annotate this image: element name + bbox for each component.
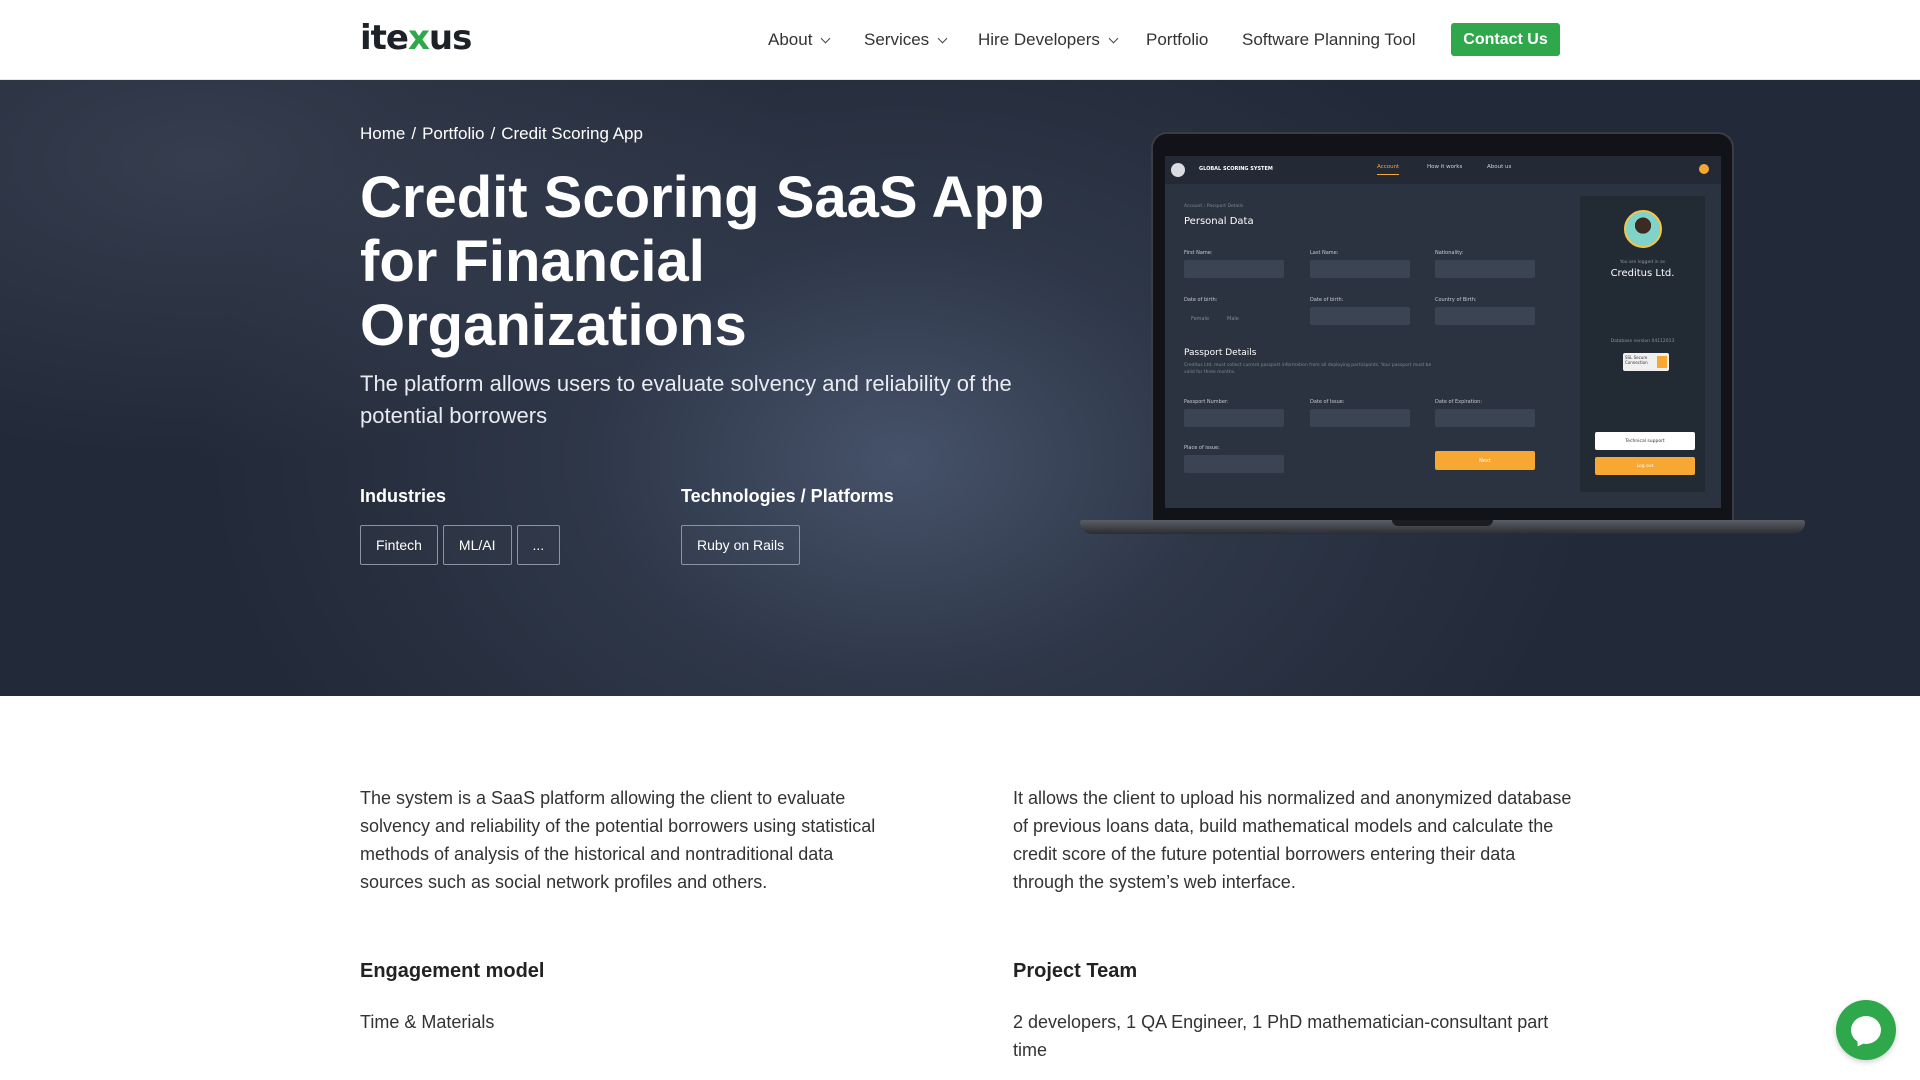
site-header: ite x us About Services Hire Developers Po… [0, 0, 1920, 80]
team-value: 2 developers, 1 QA Engineer, 1 PhD mathe… [1013, 1012, 1549, 1060]
breadcrumb: Home / Portfolio / Credit Scoring App [360, 124, 643, 144]
breadcrumb-separator: / [411, 124, 417, 143]
tag-more[interactable]: ... [516, 525, 561, 565]
description-left: The system is a SaaS platform allowing t… [360, 788, 876, 892]
site-logo[interactable]: ite x us [360, 18, 472, 58]
notification-icon [1699, 164, 1709, 174]
mockup-nav-about: About us [1487, 164, 1512, 170]
breadcrumb-portfolio[interactable]: Portfolio [422, 124, 484, 144]
mockup-gender-male: Male [1227, 316, 1239, 322]
mockup-label: Country of Birth: [1435, 297, 1477, 303]
mockup-field [1184, 455, 1284, 473]
mockup-logout: Log out [1595, 457, 1695, 475]
mockup-label: Date of Issue: [1310, 399, 1345, 405]
mockup-label: Date of birth: [1310, 297, 1344, 303]
globe-logo-icon [1171, 163, 1185, 177]
ssl-badge-icon: SSL Secure Connection [1623, 353, 1669, 371]
page-title: Credit Scoring SaaS App for Financial Or… [360, 165, 1045, 358]
mockup-field [1310, 260, 1410, 278]
tag-ml-ai[interactable]: ML/AI [442, 525, 512, 565]
mockup-personal-heading: Personal Data [1184, 216, 1254, 227]
industries-label: Industries [360, 486, 447, 506]
mockup-label: Last Name: [1310, 250, 1339, 256]
breadcrumb-home[interactable]: Home [360, 124, 405, 144]
mockup-gender-female: Female [1191, 316, 1210, 322]
mockup-label: Date of birth: [1184, 297, 1218, 303]
mockup-label: Place of issue: [1184, 445, 1220, 451]
mockup-sidebar: You are logged in as Creditus Ltd. Datab… [1580, 196, 1705, 492]
mockup-nav-how: How it works [1427, 164, 1463, 170]
hero-section: Home / Portfolio / Credit Scoring App Cr… [0, 80, 1920, 696]
mockup-db-version: Database version 04112013 [1610, 339, 1675, 344]
mockup-passport-note: Creditus Ltd. must collect current passp… [1184, 363, 1432, 375]
mockup-next-button: Next [1435, 451, 1535, 470]
chevron-down-icon [820, 33, 831, 43]
page-subtitle: The platform allows users to evaluate so… [360, 371, 1012, 428]
mockup-field [1184, 409, 1284, 427]
mockup-logged-in: You are logged in as [1619, 260, 1666, 265]
nav-portfolio[interactable]: Portfolio [1146, 0, 1208, 80]
chevron-down-icon [937, 33, 948, 43]
nav-about[interactable]: About [768, 0, 831, 80]
app-screenshot: GLOBAL SCORING SYSTEM Account How it wor… [1165, 156, 1721, 508]
mockup-field [1184, 260, 1284, 278]
mockup-field [1435, 307, 1535, 325]
industries-tags: Fintech ML/AI ... [360, 525, 561, 565]
mockup-company: Creditus Ltd. [1610, 268, 1675, 279]
mockup-label: Passport Number: [1184, 399, 1229, 405]
technologies-tags: Ruby on Rails [681, 525, 801, 565]
nav-hire-developers[interactable]: Hire Developers [978, 0, 1119, 80]
mockup-label: Nationality: [1435, 250, 1464, 256]
avatar [1624, 210, 1662, 248]
chevron-down-icon [1108, 33, 1119, 43]
technologies-label: Technologies / Platforms [681, 486, 894, 506]
mockup-field [1435, 260, 1535, 278]
engagement-value: Time & Materials [360, 1012, 495, 1032]
chat-button[interactable] [1836, 1000, 1896, 1060]
laptop-notch [1392, 520, 1493, 526]
nav-software-planning-tool-label: Software Planning Tool [1242, 30, 1416, 49]
mockup-field [1310, 409, 1410, 427]
mockup-label: First Name: [1184, 250, 1213, 256]
tag-ruby-on-rails[interactable]: Ruby on Rails [681, 525, 801, 565]
mockup-breadcrumb: Account › Passport Details [1184, 204, 1244, 209]
mockup-label: Date of Expiration: [1435, 399, 1483, 405]
team-heading: Project Team [1013, 960, 1138, 982]
mockup-topbar: GLOBAL SCORING SYSTEM Account How it wor… [1165, 156, 1721, 184]
mockup-passport-heading: Passport Details [1184, 348, 1257, 358]
breadcrumb-current: Credit Scoring App [501, 124, 643, 143]
laptop-mockup: GLOBAL SCORING SYSTEM Account How it wor… [1080, 132, 1805, 552]
chat-icon [1851, 1016, 1881, 1044]
nav-services-label: Services [864, 30, 930, 49]
nav-portfolio-label: Portfolio [1146, 30, 1209, 49]
mockup-tech-support: Technical support [1595, 432, 1695, 450]
mockup-nav-account: Account [1377, 164, 1400, 175]
tag-fintech[interactable]: Fintech [360, 525, 438, 565]
laptop-lid: GLOBAL SCORING SYSTEM Account How it wor… [1151, 132, 1734, 524]
mockup-field [1435, 409, 1535, 427]
breadcrumb-separator: / [490, 124, 496, 143]
nav-software-planning-tool[interactable]: Software Planning Tool [1242, 0, 1416, 80]
nav-about-label: About [768, 30, 813, 49]
mockup-field [1310, 307, 1410, 325]
engagement-heading: Engagement model [360, 960, 545, 982]
nav-hire-developers-label: Hire Developers [978, 30, 1100, 49]
nav-services[interactable]: Services [864, 0, 948, 80]
contact-us-button[interactable]: Contact Us [1451, 23, 1560, 56]
description-right: It allows the client to upload his norma… [1013, 788, 1572, 892]
mockup-brand: GLOBAL SCORING SYSTEM [1199, 166, 1273, 172]
